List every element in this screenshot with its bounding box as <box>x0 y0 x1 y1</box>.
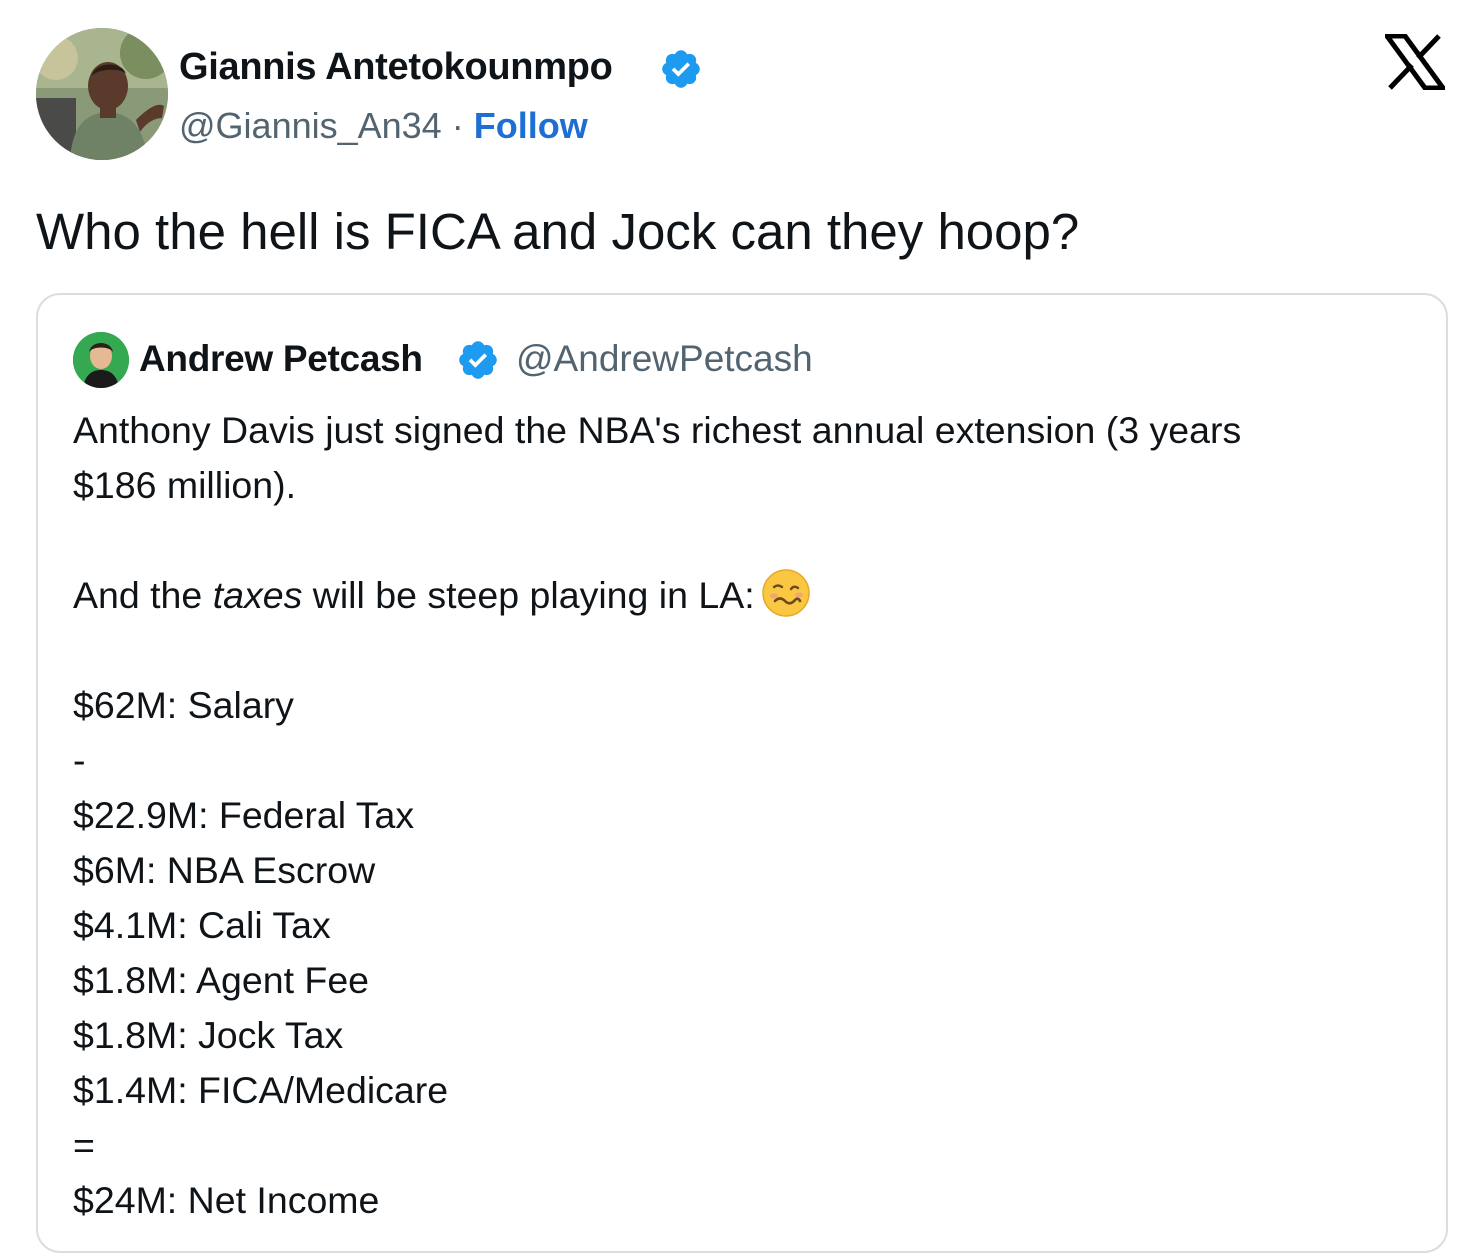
avatar-photo-icon <box>36 28 168 160</box>
woozy-face-emoji-icon <box>761 569 810 617</box>
tweet-card: Giannis Antetokounmpo @Giannis_An34 · Fo… <box>0 0 1460 1253</box>
author-avatar[interactable] <box>36 28 168 160</box>
quoted-tweet-body: Anthony Davis just signed the NBA's rich… <box>73 403 1403 1228</box>
net-income-line: $24M: Net Income <box>73 1179 380 1221</box>
follow-button[interactable]: Follow <box>474 105 588 146</box>
taxes-prefix: And the <box>73 574 213 616</box>
intro-line-1: Anthony Davis just signed the NBA's rich… <box>73 409 1242 451</box>
x-logo-icon[interactable] <box>1385 34 1445 90</box>
separator-dot: · <box>451 105 464 146</box>
deduction-fica: $1.4M: FICA/Medicare <box>73 1069 449 1111</box>
deduction-cali-tax: $4.1M: Cali Tax <box>73 904 331 946</box>
deduction-federal: $22.9M: Federal Tax <box>73 794 415 836</box>
verified-badge-icon <box>662 50 700 88</box>
quoted-author-avatar[interactable] <box>73 332 129 388</box>
quoted-tweet-card[interactable]: Andrew Petcash @AndrewPetcash Anthony Da… <box>36 293 1448 1253</box>
taxes-suffix: will be steep playing in LA: <box>302 574 755 616</box>
deduction-escrow: $6M: NBA Escrow <box>73 849 376 891</box>
quoted-author-name[interactable]: Andrew Petcash <box>139 336 423 382</box>
minus-line: - <box>73 739 86 781</box>
deduction-agent-fee: $1.8M: Agent Fee <box>73 959 370 1001</box>
intro-line-2: $186 million). <box>73 464 297 506</box>
salary-line: $62M: Salary <box>73 684 294 726</box>
verified-badge-icon <box>459 341 497 379</box>
author-handle-row: @Giannis_An34 · Follow <box>179 103 588 149</box>
quoted-author-handle[interactable]: @AndrewPetcash <box>516 336 813 382</box>
taxes-line: And the taxes will be steep playing in L… <box>73 568 1403 623</box>
avatar-photo-icon <box>73 332 129 388</box>
deduction-jock-tax: $1.8M: Jock Tax <box>73 1014 344 1056</box>
taxes-word: taxes <box>212 574 303 616</box>
author-name[interactable]: Giannis Antetokounmpo <box>179 44 613 90</box>
author-handle[interactable]: @Giannis_An34 <box>179 105 442 146</box>
tweet-text: Who the hell is FICA and Jock can they h… <box>36 203 1080 260</box>
equals-line: = <box>73 1124 95 1166</box>
